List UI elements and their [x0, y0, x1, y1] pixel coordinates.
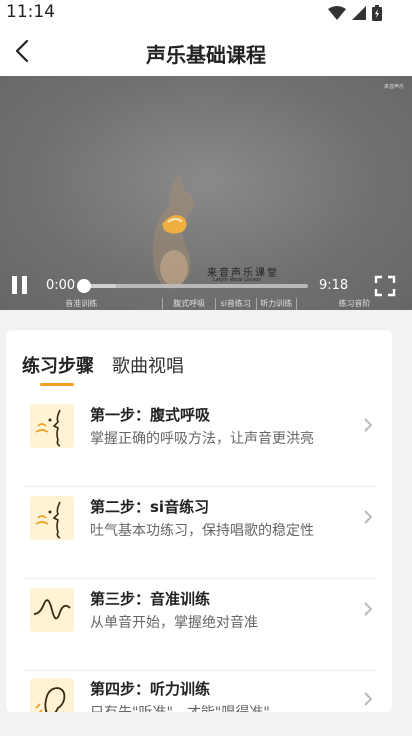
chapter-marker[interactable]: si音练习 [214, 298, 256, 310]
breathing-face-icon [30, 404, 74, 448]
wifi-icon [328, 6, 346, 20]
lesson-item[interactable]: 第四步：听力训练 只有先"听准"，才能"唱得准" [22, 670, 376, 712]
pause-button[interactable] [10, 276, 30, 296]
lesson-desc: 只有先"听准"，才能"唱得准" [90, 702, 270, 712]
seek-thumb[interactable] [77, 279, 91, 293]
ear-icon [30, 678, 74, 712]
title-bar: 声乐基础课程 [0, 26, 412, 76]
lesson-desc: 掌握正确的呼吸方法，让声音更洪亮 [90, 431, 314, 447]
fullscreen-icon[interactable] [374, 275, 396, 297]
chevron-right-icon [364, 510, 373, 524]
lesson-title: 第四步：听力训练 [90, 680, 211, 698]
chapter-markers: 音准训练 腹式呼吸 si音练习 听力训练 练习音阶 [0, 298, 412, 310]
battery-icon [372, 5, 382, 21]
breathing-face-icon [30, 496, 74, 540]
chapter-marker[interactable]: 听力训练 [255, 298, 297, 310]
seek-bar[interactable] [77, 279, 308, 293]
tab-practice-steps[interactable]: 练习步骤 [22, 352, 94, 386]
chapter-marker[interactable]: 腹式呼吸 [162, 298, 215, 310]
page-title: 声乐基础课程 [146, 43, 266, 67]
status-bar: 11:14 [0, 0, 412, 26]
status-icons [328, 5, 382, 21]
lesson-title: 第一步：腹式呼吸 [90, 406, 211, 424]
lesson-desc: 从单音开始，掌握绝对音准 [90, 615, 258, 631]
chapter-marker[interactable]: 练习音阶 [296, 298, 412, 310]
lesson-item[interactable]: 第二步：si音练习 吐气基本功练习，保持唱歌的稳定性 [22, 488, 376, 579]
signal-icon [352, 6, 366, 20]
lesson-desc: 吐气基本功练习，保持唱歌的稳定性 [90, 523, 314, 539]
current-time: 0:00 [46, 278, 76, 293]
chevron-right-icon [364, 418, 373, 432]
lesson-title: 第二步：si音练习 [90, 498, 210, 516]
status-time: 11:14 [6, 2, 55, 22]
lesson-title: 第三步：音准训练 [90, 590, 211, 608]
waveform-icon [30, 588, 74, 632]
lessons-panel: 练习步骤 歌曲视唱 第一步：腹式呼吸 掌握正确的呼吸方法，让声音更洪亮 第二步：… [6, 330, 392, 712]
chapter-marker[interactable]: 音准训练 [0, 298, 162, 310]
lesson-item[interactable]: 第一步：腹式呼吸 掌握正确的呼吸方法，让声音更洪亮 [22, 396, 376, 487]
duration-time: 9:18 [319, 278, 349, 293]
tab-bar: 练习步骤 歌曲视唱 [22, 352, 184, 386]
chevron-right-icon [364, 602, 373, 616]
video-watermark: 来音声乐 [383, 84, 404, 90]
chevron-right-icon [364, 692, 373, 706]
video-player[interactable]: 来音声乐 来音声乐课堂 Laiyin Vocal Lesson 0:00 9:1… [0, 76, 412, 310]
tab-song-sight-singing[interactable]: 歌曲视唱 [112, 352, 184, 378]
lesson-item[interactable]: 第三步：音准训练 从单音开始，掌握绝对音准 [22, 580, 376, 671]
